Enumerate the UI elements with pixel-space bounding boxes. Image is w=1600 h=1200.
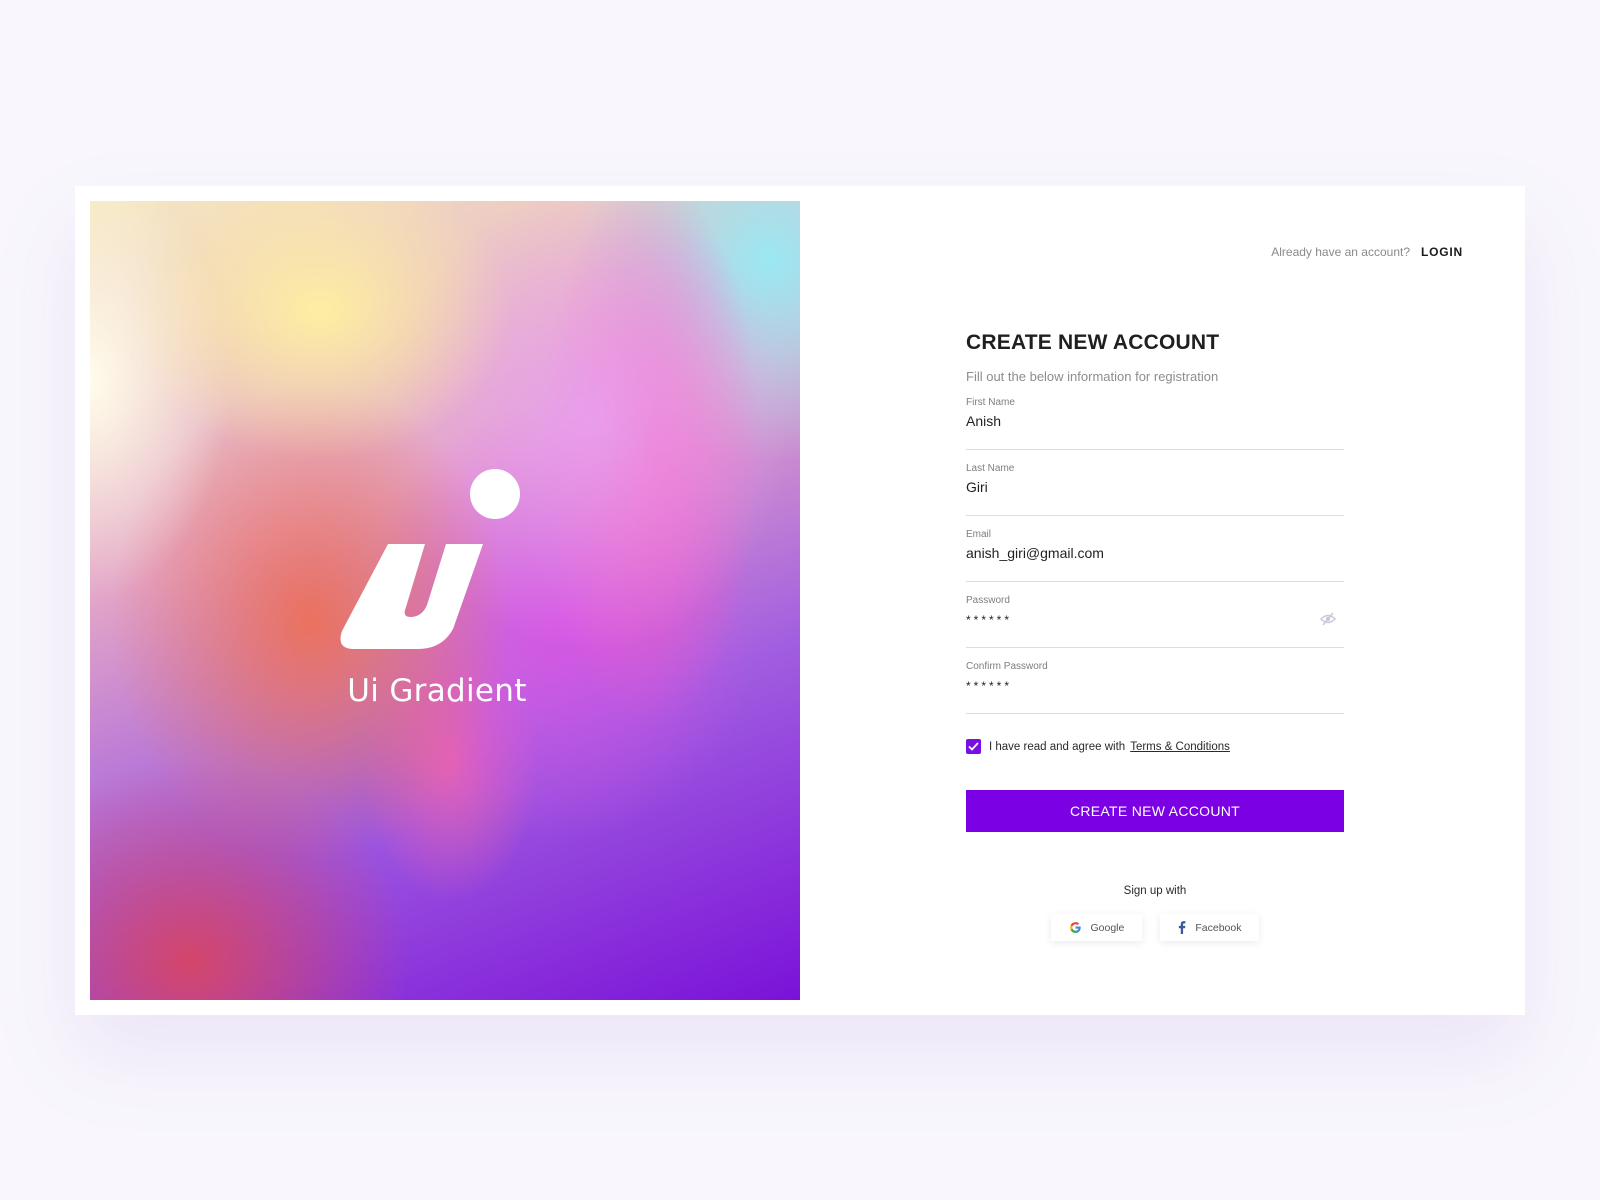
password-label: Password [966,595,1010,606]
email-field[interactable]: Email [966,516,1344,582]
email-label: Email [966,529,992,540]
first-name-field[interactable]: First Name [966,384,1344,450]
first-name-label: First Name [966,397,1015,408]
create-account-button[interactable]: CREATE NEW ACCOUNT [966,790,1344,832]
social-signup-heading: Sign up with [1123,885,1187,897]
email-input[interactable] [966,545,1296,561]
social-buttons: Google Facebook [966,914,1344,941]
last-name-label: Last Name [966,463,1015,474]
registration-form: CREATE NEW ACCOUNT Fill out the below in… [966,331,1344,941]
eye-off-icon[interactable] [1320,612,1336,626]
gradient-hero-panel: Ui Gradient [90,201,800,1000]
last-name-field[interactable]: Last Name [966,450,1344,516]
ui-gradient-logo-icon [340,469,520,649]
confirm-password-field[interactable]: Confirm Password [966,648,1344,714]
confirm-password-label: Confirm Password [966,661,1048,672]
facebook-signup-button[interactable]: Facebook [1160,914,1260,941]
terms-agreement: I have read and agree with Terms & Condi… [966,739,1344,754]
terms-text: I have read and agree with [989,740,1126,753]
form-title: CREATE NEW ACCOUNT [966,331,1220,354]
checkmark-icon [968,742,979,751]
login-prompt: Already have an account? LOGIN [1271,245,1463,259]
google-icon [1069,922,1081,933]
login-prompt-text: Already have an account? [1271,245,1410,259]
terms-link[interactable]: Terms & Conditions [1130,741,1230,753]
terms-checkbox[interactable] [966,739,981,754]
login-link[interactable]: LOGIN [1421,245,1463,259]
facebook-icon [1179,921,1186,934]
brand-name: Ui Gradient [347,673,527,709]
confirm-password-input[interactable] [966,679,1296,693]
password-field[interactable]: Password [966,582,1344,648]
signup-card: Ui Gradient Already have an account? LOG… [75,186,1525,1015]
google-label: Google [1090,921,1125,934]
password-input[interactable] [966,613,1296,627]
form-subtitle: Fill out the below information for regis… [966,369,1219,384]
last-name-input[interactable] [966,479,1296,495]
first-name-input[interactable] [966,413,1296,429]
facebook-label: Facebook [1195,921,1242,934]
google-signup-button[interactable]: Google [1050,914,1143,941]
